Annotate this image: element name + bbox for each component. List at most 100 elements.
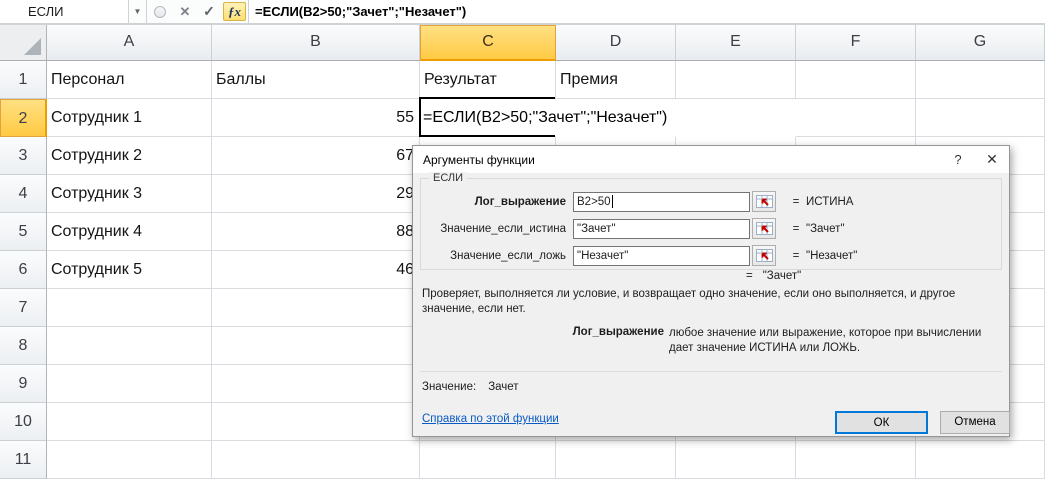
insert-function-icon[interactable]: ƒx [223,2,246,21]
row-header-6[interactable]: 6 [0,251,47,289]
row-header-5[interactable]: 5 [0,213,47,251]
cell-C2[interactable]: =ЕСЛИ(B2>50;"Зачет";"Незачет") [419,97,678,137]
cell-A1[interactable]: Персонал [47,61,212,99]
function-arguments-dialog: Аргументы функции ? ✕ ЕСЛИ Лог_выражение… [412,145,1010,437]
cell[interactable] [47,289,212,327]
excel-window: ЕСЛИ ▼ ✕ ✓ ƒx =ЕСЛИ(B2>50;"Зачет";"Незач… [0,0,1045,481]
enter-entry-icon[interactable]: ✓ [197,0,221,23]
ok-button[interactable]: ОК [835,411,928,434]
table-row: 1 Персонал Баллы Результат Премия [0,61,1045,99]
name-box[interactable]: ЕСЛИ [0,0,129,23]
cell-A2[interactable]: Сотрудник 1 [47,99,212,137]
cell[interactable] [47,403,212,441]
argument-name: Лог_выражение [572,326,664,338]
cell-B1[interactable]: Баллы [212,61,420,99]
name-box-dropdown-icon[interactable]: ▼ [129,0,147,23]
argument-description-row: Лог_выражение любое значение или выражен… [413,326,1003,356]
cell[interactable] [676,61,796,99]
cell-A5[interactable]: Сотрудник 4 [47,213,212,251]
cell-B3[interactable]: 67 [212,137,420,175]
cell[interactable] [47,327,212,365]
formula-input[interactable]: =ЕСЛИ(B2>50;"Зачет";"Незачет") [248,0,1045,23]
select-all-corner[interactable] [0,25,47,61]
dialog-title-bar[interactable]: Аргументы функции ? ✕ [413,146,1009,173]
close-icon[interactable]: ✕ [975,151,1009,168]
cell[interactable] [212,365,420,403]
cell[interactable] [556,441,676,479]
row-header-3[interactable]: 3 [0,137,47,175]
argument-result: "Зачет" [806,222,845,235]
cancel-entry-icon[interactable]: ✕ [173,0,197,23]
cell[interactable] [676,99,796,137]
cell[interactable] [212,441,420,479]
column-header-F[interactable]: F [796,25,916,61]
value-if-false-input[interactable]: "Незачет" [573,245,750,266]
column-header-D[interactable]: D [556,25,676,61]
argument-row: Значение_если_ложь "Незачет" = "Незачет" [421,245,1001,266]
cell[interactable] [796,61,916,99]
divider [420,371,1002,372]
argument-row: Лог_выражение B2>50 = ИСТИНА [421,191,1001,212]
cell-D1[interactable]: Премия [556,61,676,99]
row-header-11[interactable]: 11 [0,441,47,479]
range-selector-icon [755,249,773,262]
range-selector-icon [755,195,773,208]
column-header-C[interactable]: C [420,25,556,61]
formula-bar: ЕСЛИ ▼ ✕ ✓ ƒx =ЕСЛИ(B2>50;"Зачет";"Незач… [0,0,1045,25]
help-icon[interactable]: ? [941,152,975,167]
cell[interactable] [916,99,1045,137]
value-label: Значение: [422,381,477,393]
column-header-E[interactable]: E [676,25,796,61]
cell-B4[interactable]: 29 [212,175,420,213]
formula-result-value: "Зачет" [762,270,802,282]
row-header-9[interactable]: 9 [0,365,47,403]
cell-B6[interactable]: 46 [212,251,420,289]
cell[interactable] [47,441,212,479]
cell[interactable] [212,403,420,441]
collapse-dialog-button[interactable] [752,218,776,239]
dialog-title: Аргументы функции [423,152,535,167]
cell-A6[interactable]: Сотрудник 5 [47,251,212,289]
cell[interactable] [916,441,1045,479]
range-selector-icon [755,222,773,235]
cell-A3[interactable]: Сотрудник 2 [47,137,212,175]
select-all-triangle-icon [24,38,41,55]
equals-sign: = [792,195,800,208]
equals-sign: = [792,222,800,235]
row-header-8[interactable]: 8 [0,327,47,365]
cell-B5[interactable]: 88 [212,213,420,251]
cell-B2[interactable]: 55 [212,99,420,137]
collapse-dialog-button[interactable] [752,245,776,266]
cancel-button[interactable]: Отмена [940,411,1010,434]
logical-expression-input[interactable]: B2>50 [573,191,750,212]
equals-sign: = [792,249,800,262]
column-header-row: A B C D E F G [0,25,1045,61]
cell[interactable] [420,441,556,479]
cell[interactable] [212,327,420,365]
help-link[interactable]: Справка по этой функции [422,413,559,425]
column-header-A[interactable]: A [47,25,212,61]
cell[interactable] [796,99,916,137]
row-header-7[interactable]: 7 [0,289,47,327]
row-header-10[interactable]: 10 [0,403,47,441]
column-header-G[interactable]: G [916,25,1045,61]
collapse-dialog-button[interactable] [752,191,776,212]
row-header-4[interactable]: 4 [0,175,47,213]
cell-A4[interactable]: Сотрудник 3 [47,175,212,213]
function-group-label: ЕСЛИ [429,172,468,184]
column-header-B[interactable]: B [212,25,420,61]
value-result: Зачет [488,381,519,393]
value-if-true-input[interactable]: "Зачет" [573,218,750,239]
row-header-2[interactable]: 2 [0,99,47,137]
input-value: "Незачет" [577,249,629,262]
cell[interactable] [796,441,916,479]
cell[interactable] [212,289,420,327]
cell[interactable] [47,365,212,403]
cell[interactable] [916,61,1045,99]
argument-label: Лог_выражение [474,195,566,208]
row-header-1[interactable]: 1 [0,61,47,99]
cell-C1[interactable]: Результат [420,61,556,99]
input-value: "Зачет" [577,222,616,235]
cell[interactable] [676,441,796,479]
function-group-box: ЕСЛИ Лог_выражение B2>50 = ИСТИНА Значен… [420,172,1002,270]
